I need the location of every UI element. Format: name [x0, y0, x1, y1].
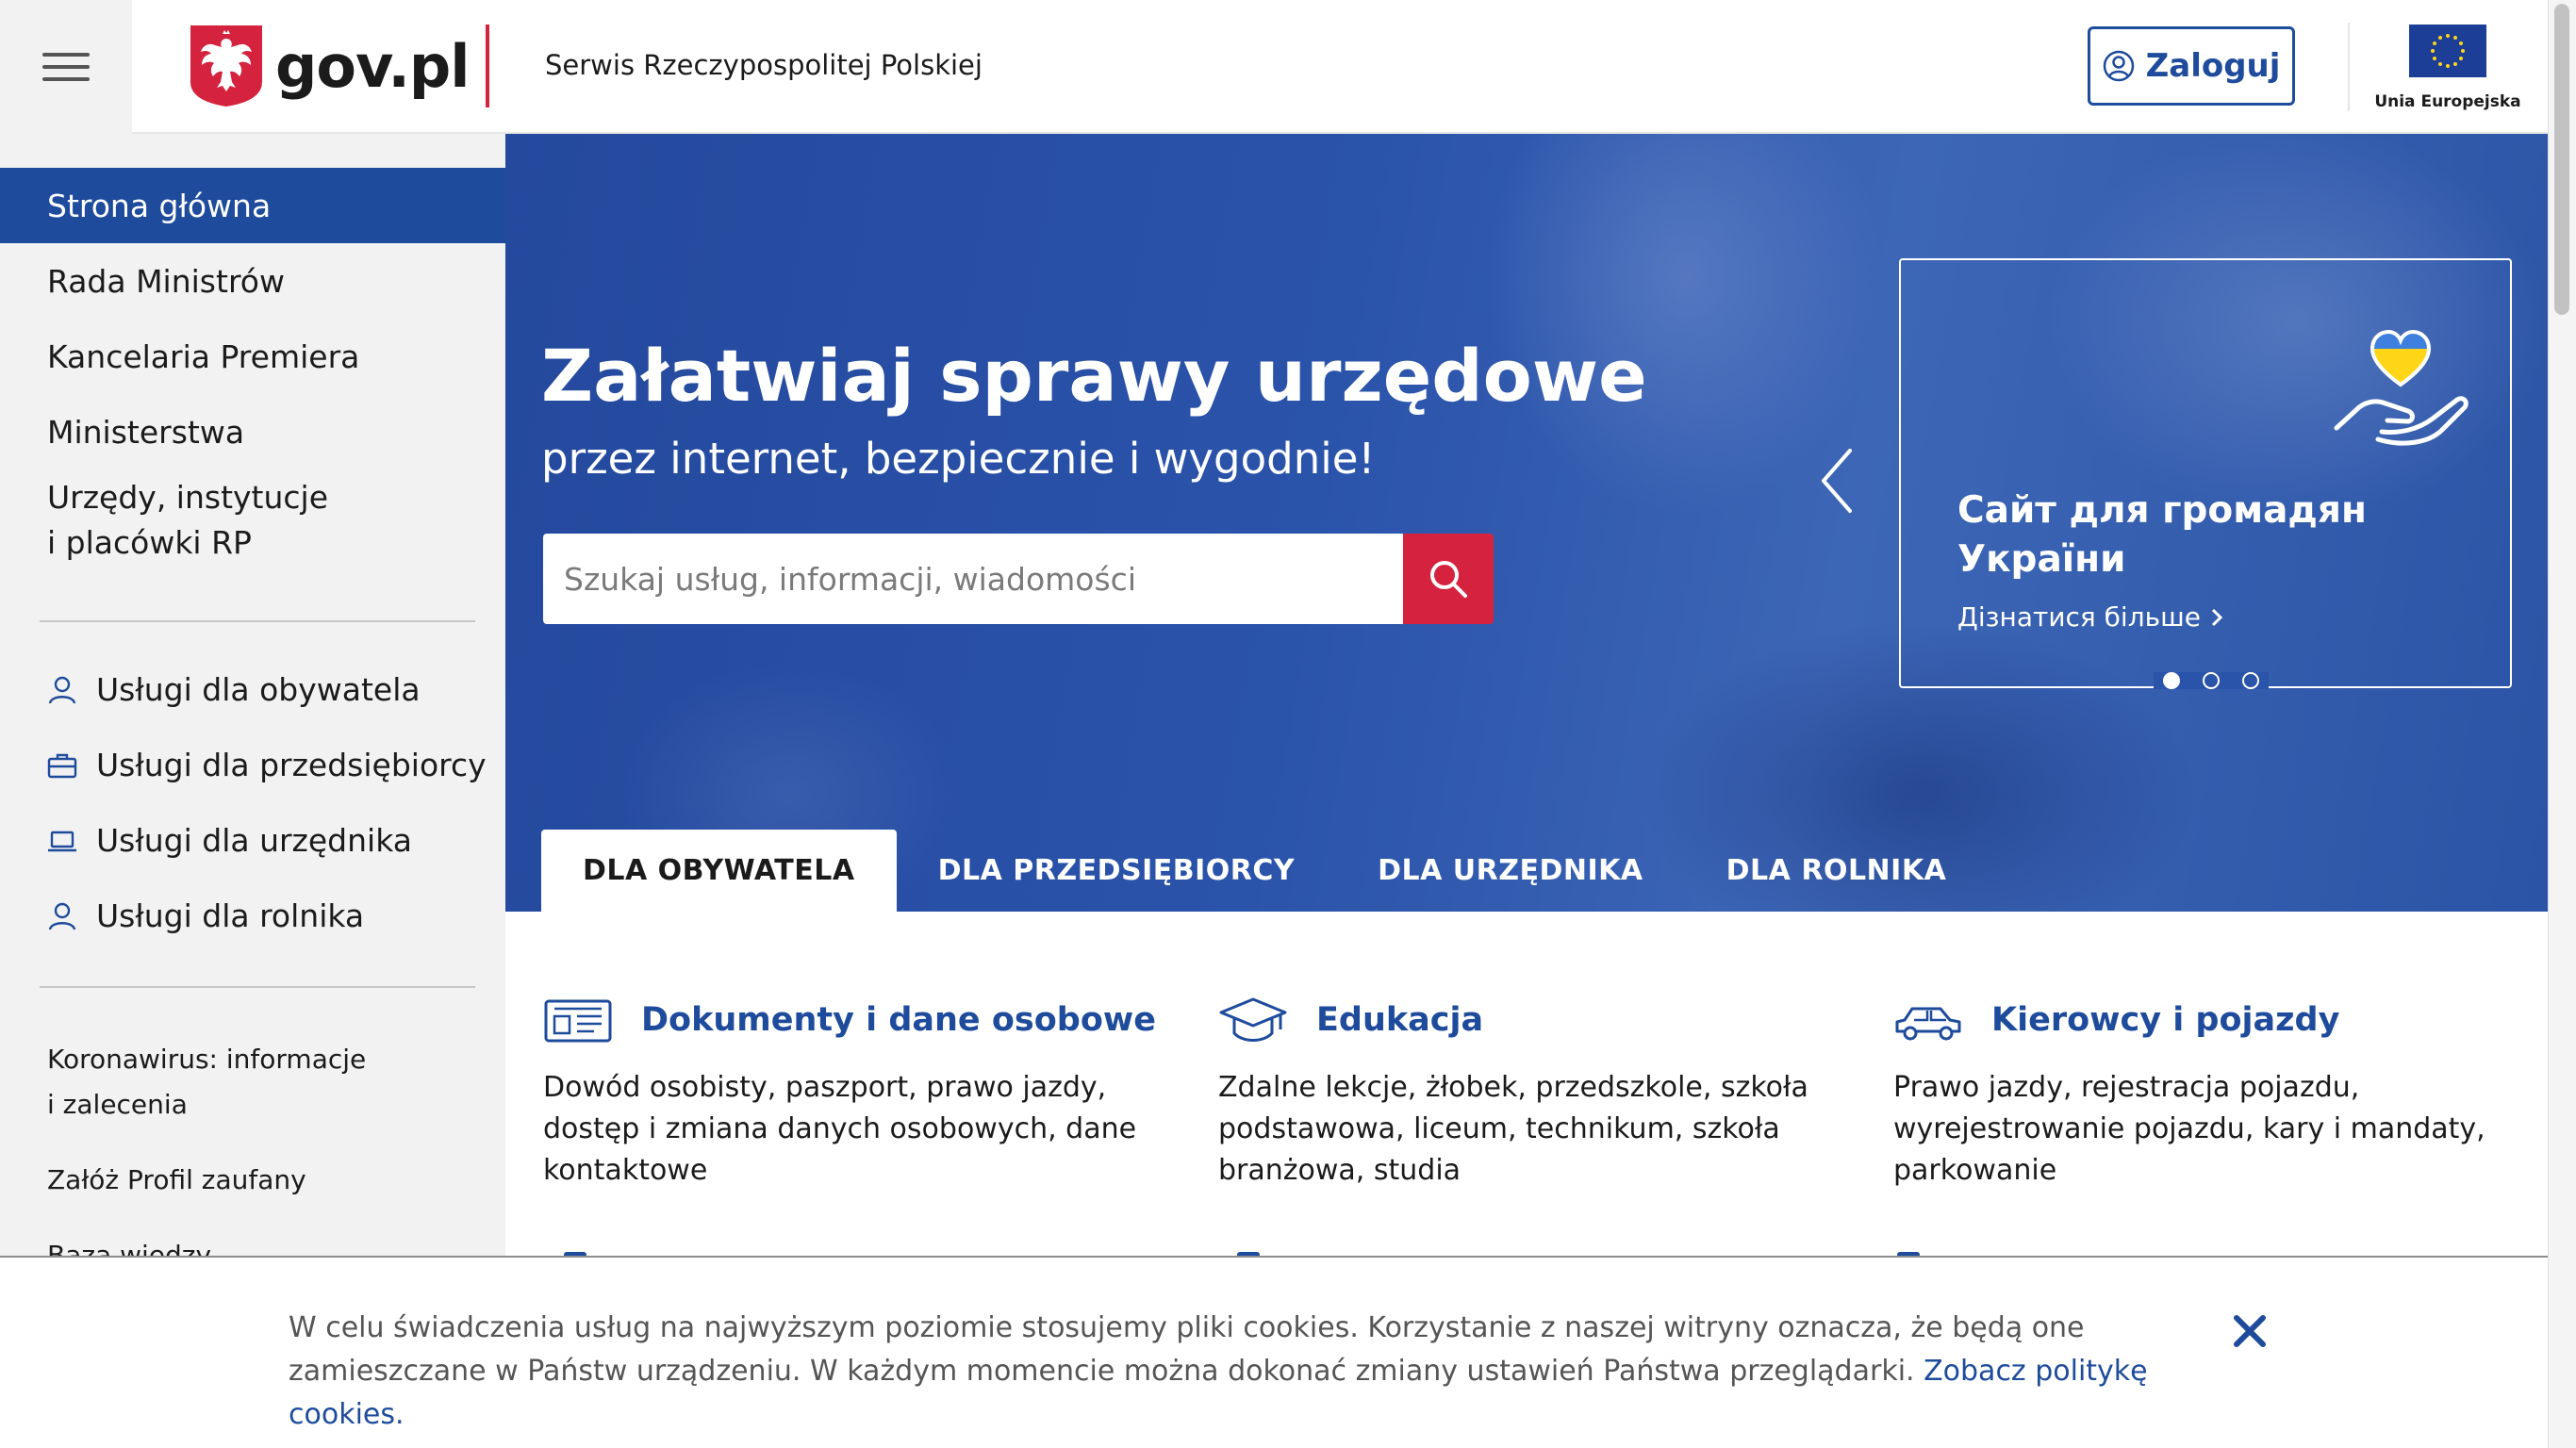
cookie-message: W celu świadczenia usług na najwyższym p… [289, 1307, 2221, 1437]
polish-eagle-icon [190, 25, 262, 107]
category-description: Prawo jazdy, rejestracja pojazdu, wyreje… [1893, 1071, 2485, 1187]
gov-logo[interactable]: gov.pl [190, 25, 471, 107]
cookie-banner: W celu świadczenia usług na najwyższym p… [0, 1256, 2548, 1448]
user-circle-icon [2103, 50, 2134, 82]
login-label: Zaloguj [2145, 47, 2281, 85]
category-header[interactable]: Edukacja [1218, 994, 1859, 1046]
promo-link-label: Дізнатися більше [1957, 601, 2201, 633]
audience-tabs: DLA OBYWATELA DLA PRZEDSIĘBIORCY DLA URZ… [541, 830, 1988, 912]
briefcase-icon [47, 753, 77, 778]
tab-farmer[interactable]: DLA ROLNIKA [1685, 830, 1989, 912]
page-scrollbar[interactable] [2548, 0, 2576, 1448]
hero-subtitle: przez internet, bezpiecznie i wygodnie! [541, 434, 1376, 484]
category-documents: Dokumenty i dane osobowe Dowód osobisty,… [543, 994, 1184, 1192]
heart-in-hand-icon [2334, 329, 2469, 446]
tab-official[interactable]: DLA URZĘDNIKA [1336, 830, 1685, 912]
search-bar [543, 534, 1494, 624]
person-icon [48, 902, 76, 930]
sidebar-service-citizen[interactable]: Usługi dla obywatela [47, 671, 421, 708]
sidebar-service-farmer[interactable]: Usługi dla rolnika [47, 897, 364, 934]
category-description: Dowód osobisty, paszport, prawo jazdy, d… [543, 1071, 1137, 1187]
site-header: gov.pl Serwis Rzeczypospolitej Polskiej … [0, 0, 2548, 134]
sidebar-item-label: Strona główna [47, 187, 272, 224]
sidebar-item-label: Urzędy, instytucje [47, 479, 329, 516]
promo-link[interactable]: Дізнатися більше [1957, 601, 2223, 633]
sidebar-divider [40, 986, 475, 988]
sidebar-item-label-line2: i placówki RP [47, 524, 252, 561]
cookie-text: W celu świadczenia usług na najwyższym p… [289, 1311, 2085, 1388]
promo-card[interactable]: Сайт для громадян України Дізнатися біль… [1899, 258, 2512, 688]
sidebar-link-coronavirus[interactable]: Koronawirus: informacje i zalecenia [47, 1037, 366, 1127]
sidebar-item-label: Rada Ministrów [47, 262, 285, 300]
logo-text: gov.pl [275, 31, 471, 101]
login-button[interactable]: Zaloguj [2088, 26, 2295, 106]
sidebar-item-chancellery[interactable]: Kancelaria Premiera [0, 319, 505, 394]
menu-button[interactable] [0, 0, 132, 134]
category-title: Kierowcy i pojazdy [1991, 1001, 2340, 1039]
sidebar-item-label: Ministerstwa [47, 413, 245, 451]
sidebar-link-label: Koronawirus: informacje [47, 1044, 367, 1075]
sidebar-service-label: Usługi dla urzędnika [96, 822, 412, 859]
category-drivers-vehicles: Kierowcy i pojazdy Prawo jazdy, rejestra… [1893, 994, 2535, 1192]
sidebar-service-official[interactable]: Usługi dla urzędnika [47, 822, 412, 859]
category-header[interactable]: Kierowcy i pojazdy [1893, 994, 2535, 1046]
carousel-prev-button[interactable] [1818, 447, 1856, 515]
sidebar-item-home[interactable]: Strona główna [0, 168, 505, 243]
category-title: Edukacja [1316, 1001, 1484, 1039]
id-card-icon [544, 999, 612, 1043]
sidebar-divider [40, 620, 475, 622]
category-education: Edukacja Zdalne lekcje, żłobek, przedszk… [1218, 994, 1859, 1192]
hamburger-icon [42, 53, 90, 81]
eu-badge[interactable]: Unia Europejska [2372, 25, 2523, 111]
eu-flag-icon [2409, 25, 2486, 77]
sidebar-link-trusted-profile[interactable]: Załóż Profil zaufany [47, 1158, 306, 1203]
search-button[interactable] [1403, 534, 1494, 624]
promo-title: Сайт для громадян України [1957, 489, 2367, 581]
carousel-dot-2[interactable] [2203, 672, 2220, 689]
sidebar-item-offices[interactable]: Urzędy, instytucje i placówki RP [0, 475, 505, 579]
scrollbar-thumb[interactable] [2554, 4, 2569, 315]
hero-banner: Załatwiaj sprawy urzędowe przez internet… [505, 134, 2548, 912]
sidebar-service-business[interactable]: Usługi dla przedsiębiorcy [47, 747, 487, 783]
search-input[interactable] [543, 534, 1403, 624]
sidebar-service-label: Usługi dla obywatela [96, 671, 421, 708]
close-icon[interactable] [2229, 1310, 2271, 1352]
graduation-cap-icon [1219, 997, 1287, 1042]
sidebar-link-label-line2: i zalecenia [47, 1089, 188, 1120]
sidebar-service-label: Usługi dla przedsiębiorcy [96, 747, 487, 783]
sidebar-item-council-of-ministers[interactable]: Rada Ministrów [0, 243, 505, 319]
tab-citizen[interactable]: DLA OBYWATELA [541, 830, 897, 912]
header-divider [486, 25, 489, 107]
search-icon [1430, 561, 1467, 598]
laptop-icon [48, 831, 76, 851]
eu-label: Unia Europejska [2374, 92, 2521, 111]
sidebar-item-label: Kancelaria Premiera [47, 337, 360, 375]
category-description: Zdalne lekcje, żłobek, przedszkole, szko… [1218, 1071, 1808, 1187]
sidebar-item-ministries[interactable]: Ministerstwa [0, 394, 505, 469]
sidebar: Strona główna Rada Ministrów Kancelaria … [0, 134, 505, 1448]
hero-title: Załatwiaj sprawy urzędowe [541, 334, 1647, 418]
carousel-indicators [2154, 672, 2269, 689]
sidebar-link-label: Załóż Profil zaufany [47, 1164, 306, 1195]
header-separator [2348, 23, 2350, 111]
site-tagline: Serwis Rzeczypospolitej Polskiej [545, 49, 983, 81]
tab-business[interactable]: DLA PRZEDSIĘBIORCY [897, 830, 1337, 912]
category-title: Dokumenty i dane osobowe [641, 1001, 1156, 1039]
sidebar-service-label: Usługi dla rolnika [96, 897, 365, 934]
chevron-right-icon [2211, 608, 2223, 626]
carousel-dot-1[interactable] [2163, 672, 2180, 689]
category-header[interactable]: Dokumenty i dane osobowe [543, 994, 1184, 1046]
car-icon [1895, 1007, 1961, 1041]
person-icon [48, 676, 76, 703]
carousel-dot-3[interactable] [2242, 672, 2259, 689]
